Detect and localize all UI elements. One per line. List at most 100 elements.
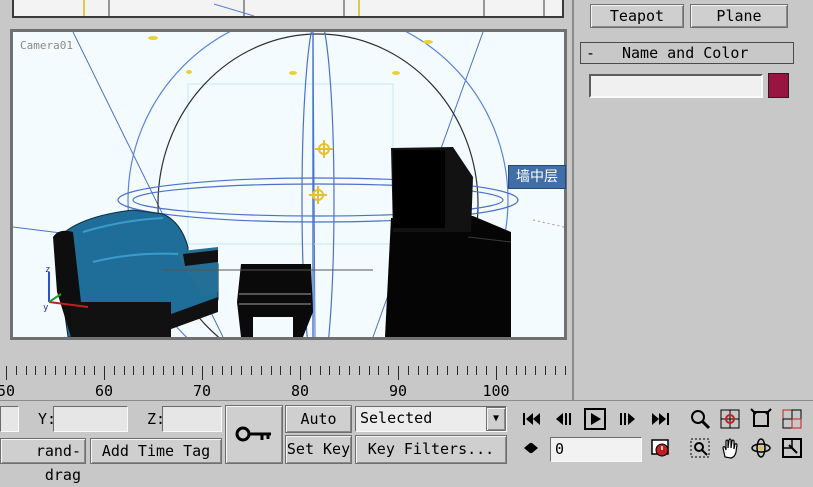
viewport-scene: z y xyxy=(13,32,564,337)
timeline-tick-mark xyxy=(427,366,428,375)
timeline-tick-mark xyxy=(94,366,95,375)
maximize-viewport-icon[interactable] xyxy=(781,437,803,459)
timeline-tick-mark xyxy=(339,366,340,375)
timeline-tick-mark xyxy=(163,366,164,375)
time-config-icon[interactable] xyxy=(650,437,672,459)
x-coordinate-field[interactable] xyxy=(0,406,19,432)
timeline-tick-mark xyxy=(45,366,46,375)
timeline-tick-mark xyxy=(476,366,477,375)
z-coordinate-field[interactable] xyxy=(162,406,222,432)
timeline-tick-label: 70 xyxy=(192,382,212,400)
timeline-tick-mark xyxy=(173,366,174,375)
next-frame-icon[interactable] xyxy=(616,408,638,430)
timeline-tick-mark xyxy=(114,366,115,375)
timeline-tick-mark xyxy=(290,366,291,375)
key-filters-button[interactable]: Key Filters... xyxy=(355,435,507,464)
timeline-tick-mark xyxy=(320,366,321,375)
timeline-tick-mark xyxy=(202,366,203,380)
svg-text:z: z xyxy=(45,265,50,275)
teapot-button[interactable]: Teapot xyxy=(590,4,684,28)
auto-key-button[interactable]: Auto Key xyxy=(285,405,352,433)
camera-viewport[interactable]: z y Camera01 xyxy=(10,29,567,340)
object-color-swatch[interactable] xyxy=(768,73,789,98)
timeline-tick-mark xyxy=(525,366,526,375)
timeline-tick-mark xyxy=(212,366,213,375)
timeline-tick-mark xyxy=(84,366,85,375)
timeline-tick-mark xyxy=(457,366,458,375)
timeline-tick-mark xyxy=(133,366,134,375)
play-icon[interactable] xyxy=(584,408,606,430)
timeline-tick-mark xyxy=(545,366,546,375)
timeline-tick-mark xyxy=(65,366,66,375)
orbit-icon[interactable] xyxy=(750,437,772,459)
timeline-tick-mark xyxy=(124,366,125,375)
timeline-tick-mark xyxy=(555,366,556,375)
prev-frame-icon[interactable] xyxy=(553,408,575,430)
timeline-tick-mark xyxy=(388,366,389,375)
timeline-tick-mark xyxy=(565,366,566,375)
timeline-tick-mark xyxy=(55,366,56,375)
timeline-ruler[interactable]: 50 60 70 80 90 100 xyxy=(0,362,572,400)
current-frame-value: 0 xyxy=(555,440,565,458)
timeline-tick-mark xyxy=(486,366,487,375)
timeline-tick-label: 60 xyxy=(94,382,114,400)
timeline-tick-mark xyxy=(182,366,183,375)
rollout-collapse-toggle[interactable]: - xyxy=(586,44,595,62)
timeline-tick-label: 90 xyxy=(388,382,408,400)
y-coordinate-field[interactable] xyxy=(53,406,128,432)
selection-set-value: Selected xyxy=(360,409,433,427)
timeline-tick-mark xyxy=(104,366,105,380)
top-viewport[interactable] xyxy=(12,0,564,18)
timeline-tick-mark xyxy=(310,366,311,375)
timeline-tick-mark xyxy=(192,366,193,375)
object-name-field[interactable] xyxy=(589,74,763,98)
timeline-tick-mark xyxy=(467,366,468,375)
timeline-tick-mark xyxy=(300,366,301,380)
goto-start-icon[interactable] xyxy=(520,408,542,430)
set-key-mode-button[interactable] xyxy=(225,405,283,464)
timeline-tick-mark xyxy=(437,366,438,375)
zoom-extents-icon[interactable] xyxy=(750,408,772,430)
key-mode-icon[interactable] xyxy=(520,437,542,459)
timeline-tick-mark xyxy=(241,366,242,375)
timeline-tick-mark xyxy=(506,366,507,375)
zoom-region-icon[interactable] xyxy=(689,437,711,459)
timeline-tick-mark xyxy=(222,366,223,375)
timeline-tick-mark xyxy=(418,366,419,375)
timeline-tick-mark xyxy=(75,366,76,375)
current-frame-field[interactable]: 0 xyxy=(550,437,642,462)
key-icon xyxy=(235,426,271,442)
add-time-tag-button[interactable]: Add Time Tag xyxy=(90,438,222,464)
timeline-tick-mark xyxy=(143,366,144,375)
timeline-tick-mark xyxy=(35,366,36,375)
timeline-tick-mark xyxy=(329,366,330,375)
goto-end-icon[interactable] xyxy=(650,408,672,430)
timeline-tick-mark xyxy=(398,366,399,380)
selection-set-dropdown[interactable]: Selected ▼ xyxy=(355,406,507,432)
timeline-tick-mark xyxy=(280,366,281,375)
svg-text:y: y xyxy=(43,303,49,313)
zoom-all-icon[interactable] xyxy=(719,408,741,430)
timeline-tick-mark xyxy=(349,366,350,375)
grand-drag-button[interactable]: rand-drag xyxy=(0,438,86,484)
timeline-tick-mark xyxy=(535,366,536,375)
timeline-tick-mark xyxy=(261,366,262,375)
viewport-label[interactable]: Camera01 xyxy=(20,39,73,52)
timeline-tick-mark xyxy=(6,366,7,380)
rollout-title[interactable]: Name and Color xyxy=(622,44,748,62)
pan-icon[interactable] xyxy=(719,437,741,459)
top-viewport-strip xyxy=(0,0,572,22)
timeline-tick-label: 50 xyxy=(0,382,16,400)
timeline-tick-mark xyxy=(369,366,370,375)
timeline-tick-mark xyxy=(231,366,232,375)
zoom-icon[interactable] xyxy=(689,408,711,430)
chevron-down-icon[interactable]: ▼ xyxy=(486,407,506,431)
timeline-tick-mark xyxy=(378,366,379,375)
timeline-tick-mark xyxy=(16,366,17,375)
timeline-tick-mark xyxy=(26,366,27,375)
timeline-tick-mark xyxy=(408,366,409,375)
zoom-extents-all-icon[interactable] xyxy=(781,408,803,430)
timeline-tick-label: 100 xyxy=(482,382,510,400)
set-key-button[interactable]: Set Key xyxy=(285,435,352,464)
plane-button[interactable]: Plane xyxy=(690,4,788,28)
